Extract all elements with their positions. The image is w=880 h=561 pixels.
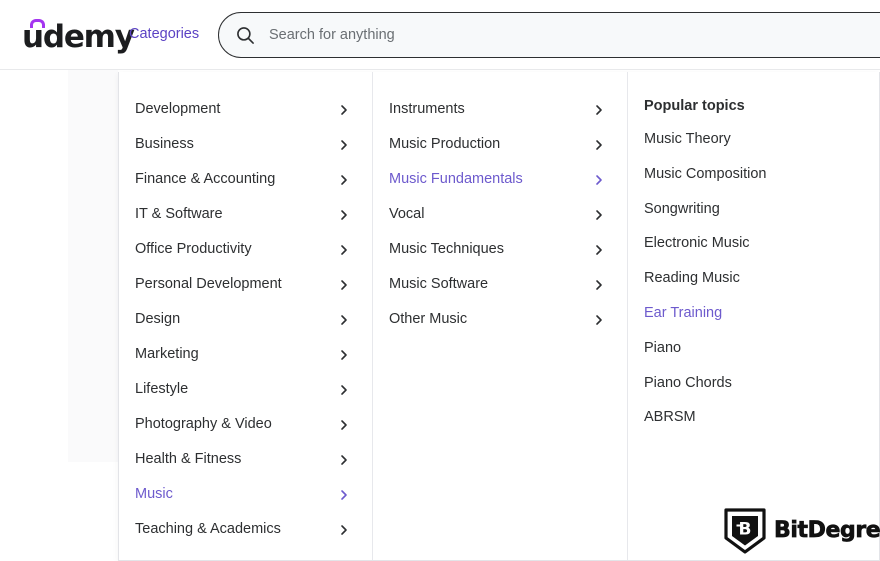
bitdegree-shield-icon: B [723,507,767,555]
menu-item-label: Instruments [389,101,465,117]
menu-item-personal-development[interactable]: Personal Development [119,267,372,302]
menu-item-finance-accounting[interactable]: Finance & Accounting [119,162,372,197]
menu-item-label: Health & Fitness [135,451,242,467]
chevron-right-icon [338,279,350,291]
menu-item-music-software[interactable]: Music Software [373,267,627,302]
menu-item-label: Development [135,101,221,117]
menu-item-photography-video[interactable]: Photography & Video [119,407,372,442]
search-input-placeholder[interactable]: Search for anything [269,25,395,45]
categories-mega-menu: Development Business Finance & Accounting I… [118,72,880,561]
menu-column-subcategories: Instruments Music Production Music Fundame… [373,72,628,560]
chevron-right-icon [338,209,350,221]
menu-item-marketing[interactable]: Marketing [119,337,372,372]
menu-item-label: Vocal [389,206,425,222]
menu-item-label: Music Software [389,276,489,292]
popular-topic-electronic-music[interactable]: Electronic Music [628,226,879,261]
menu-item-music[interactable]: Music [119,477,372,512]
menu-item-office-productivity[interactable]: Office Productivity [119,232,372,267]
menu-item-label: Personal Development [135,276,282,292]
chevron-right-icon [338,104,350,116]
menu-item-label: Music Production [389,136,501,152]
search-icon [236,26,255,45]
chevron-right-icon [338,349,350,361]
menu-item-teaching-academics[interactable]: Teaching & Academics [119,512,372,547]
menu-item-label: Finance & Accounting [135,171,276,187]
chevron-right-icon [338,489,350,501]
menu-item-label: Music Techniques [389,241,504,257]
menu-item-music-techniques[interactable]: Music Techniques [373,232,627,267]
chevron-right-icon [593,244,605,256]
bitdegree-watermark: B BitDegree [723,505,880,557]
menu-item-music-fundamentals[interactable]: Music Fundamentals [373,162,627,197]
chevron-right-icon [593,104,605,116]
menu-item-label: Lifestyle [135,381,189,397]
chevron-right-icon [338,244,350,256]
chevron-right-icon [593,209,605,221]
chevron-right-icon [593,174,605,186]
menu-item-label: Teaching & Academics [135,521,281,537]
popular-topic-reading-music[interactable]: Reading Music [628,261,879,296]
chevron-right-icon [338,139,350,151]
popular-topic-music-theory[interactable]: Music Theory [628,122,879,157]
menu-item-development[interactable]: Development [119,92,372,127]
udemy-logo[interactable]: udemy [22,16,135,55]
logo-wordmark: udemy [22,19,135,55]
menu-item-lifestyle[interactable]: Lifestyle [119,372,372,407]
menu-item-label: Music [135,486,173,502]
chevron-right-icon [593,279,605,291]
popular-topic-music-composition[interactable]: Music Composition [628,157,879,192]
menu-item-other-music[interactable]: Other Music [373,302,627,337]
menu-column-categories: Development Business Finance & Accounting I… [119,72,373,560]
menu-item-it-software[interactable]: IT & Software [119,197,372,232]
menu-item-label: Business [135,136,194,152]
menu-column-popular-topics: Popular topics Music Theory Music Composi… [628,72,879,560]
chevron-right-icon [338,524,350,536]
chevron-right-icon [338,384,350,396]
chevron-right-icon [338,419,350,431]
popular-topic-ear-training[interactable]: Ear Training [628,296,879,331]
chevron-right-icon [593,314,605,326]
chevron-right-icon [338,454,350,466]
menu-item-label: Design [135,311,181,327]
menu-item-instruments[interactable]: Instruments [373,92,627,127]
bitdegree-wordmark: BitDegree [774,518,880,543]
menu-item-label: Office Productivity [135,241,252,257]
menu-item-health-fitness[interactable]: Health & Fitness [119,442,372,477]
popular-topic-abrsm[interactable]: ABRSM [628,400,879,435]
menu-item-label: Marketing [135,346,199,362]
site-header: udemy Categories Search for anything [0,0,880,70]
menu-item-music-production[interactable]: Music Production [373,127,627,162]
search-bar[interactable]: Search for anything [218,12,880,58]
svg-text:B: B [739,520,752,540]
menu-item-label: IT & Software [135,206,223,222]
popular-topic-piano[interactable]: Piano [628,331,879,366]
categories-nav-link[interactable]: Categories [129,24,199,45]
chevron-right-icon [338,174,350,186]
popular-topic-songwriting[interactable]: Songwriting [628,192,879,227]
menu-item-business[interactable]: Business [119,127,372,162]
menu-item-vocal[interactable]: Vocal [373,197,627,232]
menu-item-label: Photography & Video [135,416,272,432]
chevron-right-icon [593,139,605,151]
menu-item-label: Other Music [389,311,468,327]
menu-item-design[interactable]: Design [119,302,372,337]
popular-topic-piano-chords[interactable]: Piano Chords [628,366,879,401]
chevron-right-icon [338,314,350,326]
popular-topics-heading: Popular topics [644,98,745,114]
background-panel-left [68,70,118,462]
menu-item-label: Music Fundamentals [389,171,523,187]
